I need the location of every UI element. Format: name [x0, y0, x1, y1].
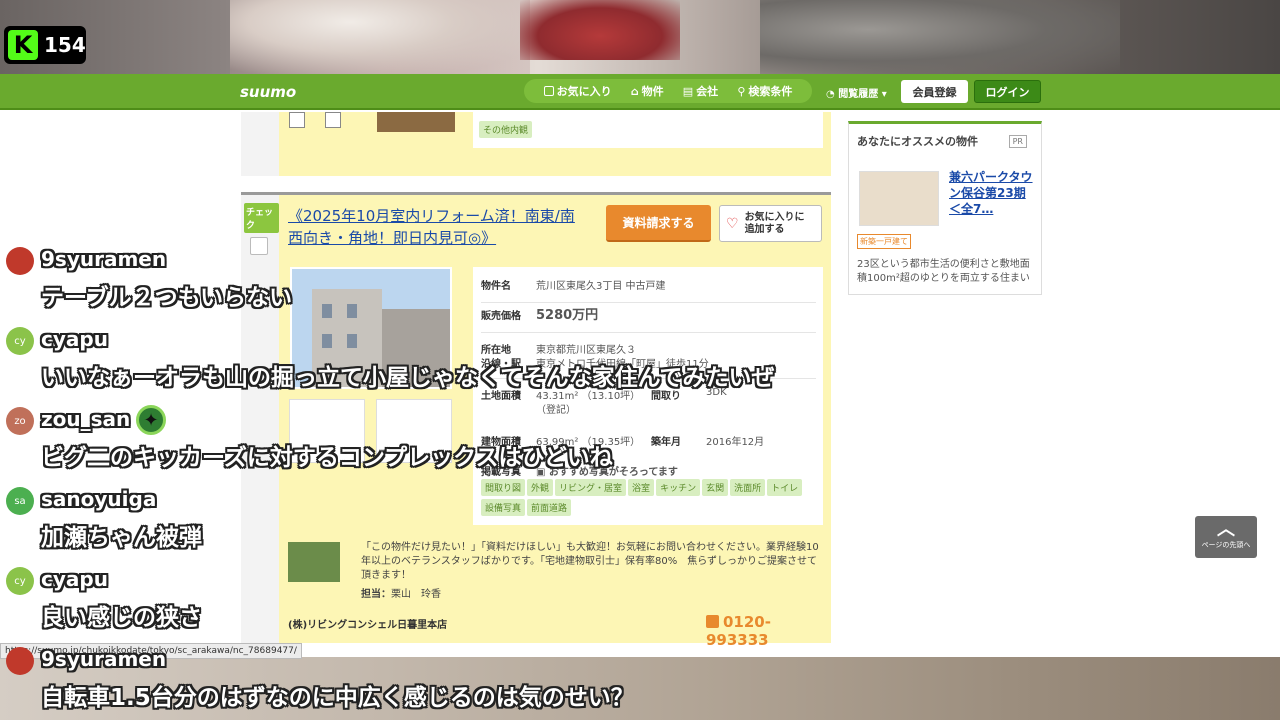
viewer-count-badge: K 154 [4, 26, 86, 64]
chat-message: 9syuramen テーブル２つもいらない [6, 245, 846, 325]
nav-favorites[interactable]: お気に入り [543, 83, 612, 99]
nav-label: 物件 [641, 85, 664, 98]
favorite-label-line: お気に入りに [744, 211, 805, 223]
chat-username: 9syuramen [41, 247, 167, 271]
header-nav: お気に入り ⌂ 物件 ▤ 会社 ⚲ 検索条件 [524, 79, 812, 103]
pr-badge: PR [1008, 135, 1027, 148]
search-icon: ⚲ [737, 84, 746, 98]
chevron-up-icon: ︿ [1217, 519, 1235, 540]
history-label: 閲覧履歴 [838, 89, 879, 100]
add-favorite-button[interactable]: ♡ お気に入りに 追加する [719, 205, 822, 242]
back-to-top-label: ページの先頭へ [1201, 541, 1251, 549]
chat-text: 加瀬ちゃん被弾 [41, 525, 202, 551]
house-icon: ⌂ [630, 84, 639, 98]
chat-overlay: 9syuramen テーブル２つもいらない cy cyapu いいなぁーオラも山… [6, 245, 846, 720]
previous-photo[interactable] [377, 112, 455, 132]
checkbox-icon [543, 86, 554, 96]
avatar: cy [6, 327, 34, 355]
nav-label: 会社 [696, 85, 719, 98]
chat-text: 良い感じの狭さ [41, 605, 202, 631]
check-label: チェック [244, 203, 279, 233]
chat-message: cy cyapu いいなぁーオラも山の掘っ立て小屋じゃなくてそんな家住んでみたい… [6, 325, 846, 405]
sparkle-badge-icon: ✦ [136, 405, 166, 435]
favorite-label: お気に入りに 追加する [745, 212, 805, 236]
login-button[interactable]: ログイン [974, 80, 1041, 103]
avatar [6, 247, 34, 275]
chat-username: 9syuramen [41, 647, 167, 671]
avatar: cy [6, 567, 34, 595]
browsing-history[interactable]: ◔ 閲覧履歴 ▾ [826, 85, 887, 100]
kick-logo-icon: K [8, 30, 38, 60]
plush-toy [230, 0, 530, 74]
nav-label: お気に入り [556, 85, 612, 98]
heart-icon: ♡ [726, 215, 739, 232]
previous-listing: その他内観 [241, 112, 831, 176]
chat-username: cyapu [41, 327, 108, 351]
webcam-feed: K 154 [0, 0, 1280, 74]
avatar [6, 647, 34, 675]
avatar: sa [6, 487, 34, 515]
viewer-count: 154 [44, 33, 86, 57]
recommended-panel: あなたにオススメの物件 PR 兼六パークタウン保谷第23期＜全7… 新築一戸建て… [848, 121, 1042, 295]
new-house-tag: 新築一戸建て [857, 234, 911, 249]
chat-username: zou_san [41, 407, 131, 431]
back-to-top-button[interactable]: ︿ ページの先頭へ [1195, 516, 1257, 558]
recommended-title: あなたにオススメの物件 [857, 135, 978, 148]
previous-check-column [241, 112, 279, 176]
chat-message: 9syuramen 自転車1.5台分のはずなのに中広く感じるのは気のせい？ [6, 645, 846, 720]
floorplan-thumb[interactable] [289, 112, 305, 128]
listing-title[interactable]: 《2025年10月室内リフォーム済！南東/南西向き・角地！即日内見可◎》 [288, 205, 588, 249]
recommended-desc: 23区という都市生活の便利さと敷地面積100m²超のゆとりを両立する住まい [857, 259, 1030, 284]
chat-message: sa sanoyuiga 加瀬ちゃん被弾 [6, 485, 846, 565]
chat-text: いいなぁーオラも山の掘っ立て小屋じゃなくてそんな家住んでみたいぜ [41, 365, 775, 391]
nav-label: 検索条件 [748, 85, 793, 98]
jacket-fabric [760, 0, 1120, 74]
nav-properties[interactable]: ⌂ 物件 [631, 83, 664, 99]
chat-text: テーブル２つもいらない [41, 285, 293, 311]
nav-search-conditions[interactable]: ⚲ 検索条件 [737, 83, 792, 99]
avatar: zo [6, 407, 34, 435]
chat-text: 自転車1.5台分のはずなのに中広く感じるのは気のせい？ [41, 685, 634, 711]
suumo-logo[interactable]: suumo [240, 83, 296, 101]
building-icon: ▤ [682, 84, 694, 98]
site-header: suumo お気に入り ⌂ 物件 ▤ 会社 ⚲ 検索条件 ◔ 閲覧履歴 ▾ 会員登録 … [0, 74, 1280, 110]
nav-companies[interactable]: ▤ 会社 [683, 83, 718, 99]
chat-username: cyapu [41, 567, 108, 591]
recommended-link[interactable]: 兼六パークタウン保谷第23期＜全7… [949, 169, 1035, 217]
request-info-button[interactable]: 資料請求する [606, 205, 711, 242]
chat-username: sanoyuiga [41, 487, 157, 511]
register-button[interactable]: 会員登録 [901, 80, 968, 103]
photo-tag[interactable]: その他内観 [479, 121, 533, 138]
plush-toy-red [520, 0, 680, 60]
recommended-photo[interactable] [859, 171, 939, 226]
previous-info-card: その他内観 [473, 112, 823, 148]
favorite-label-line: 追加する [744, 223, 785, 235]
chat-text: ビグ二のキッカーズに対するコンプレックスはひどいね [41, 445, 613, 471]
floorplan-thumb[interactable] [325, 112, 341, 128]
chat-message: zo zou_san ✦ ビグ二のキッカーズに対するコンプレックスはひどいね [6, 405, 846, 485]
chat-message: cy cyapu 良い感じの狭さ [6, 565, 846, 645]
